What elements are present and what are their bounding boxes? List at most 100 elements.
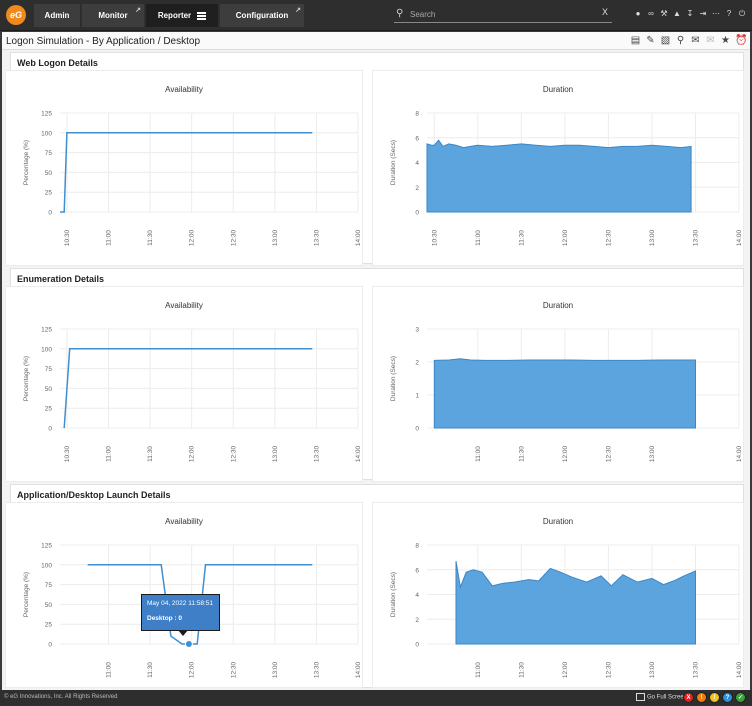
tab-configuration[interactable]: Configuration ↗ — [220, 4, 304, 27]
y-tick-label: 25 — [45, 622, 53, 629]
web-logon-availability-chart: 0 25 50 75 100 125 10:30 11:00 11:30 12:00 12:30 13… — [23, 111, 362, 247]
x-tick-label: 14:00 — [355, 229, 362, 246]
fullscreen-icon — [636, 693, 645, 701]
search-icon[interactable]: ⚲ — [396, 8, 403, 19]
x-tick-label: 13:30 — [692, 661, 699, 678]
y-axis-label: Percentage (%) — [23, 356, 30, 401]
mail-icon[interactable]: ✉ — [690, 35, 701, 46]
y-tick-label: 6 — [415, 135, 419, 142]
y-tick-label: 0 — [415, 426, 419, 433]
x-tick-label: 11:00 — [475, 662, 482, 678]
series-area[interactable] — [426, 139, 692, 213]
x-tick-label: 11:00 — [106, 662, 113, 678]
page-title: Logon Simulation - By Application / Desk… — [6, 36, 200, 47]
power-icon[interactable]: ⏻ — [738, 9, 746, 19]
major-badge[interactable]: ! — [696, 692, 707, 703]
tab-reporter[interactable]: Reporter — [146, 4, 218, 27]
x-tick-label: 13:00 — [649, 661, 656, 678]
download-icon[interactable]: ↧ — [686, 9, 694, 19]
y-tick-label: 6 — [415, 567, 419, 574]
x-tick-label: 13:30 — [313, 445, 320, 462]
minor-badge[interactable]: ! — [709, 692, 720, 703]
x-tick-label: 14:00 — [736, 229, 743, 246]
enumeration-duration-chart: 0 1 2 3 11:00 11:30 12:00 12:30 13:00 14:00 Durati… — [390, 327, 743, 463]
tab-admin[interactable]: Admin — [34, 4, 80, 27]
external-link-icon[interactable]: ↗ — [135, 0, 141, 22]
highlighted-point[interactable] — [184, 640, 193, 648]
y-tick-label: 2 — [415, 617, 419, 624]
y-tick-label: 0 — [48, 642, 52, 649]
y-tick-label: 0 — [415, 210, 419, 217]
y-tick-label: 75 — [45, 150, 53, 157]
search-input[interactable] — [410, 8, 588, 21]
y-tick-label: 8 — [415, 111, 419, 118]
section-app-desktop-launch: Application/Desktop Launch Details Avail… — [5, 484, 744, 688]
x-tick-label: 10:30 — [64, 445, 71, 462]
y-tick-label: 4 — [415, 160, 419, 167]
help-icon[interactable]: ? — [725, 9, 733, 19]
chart-panel-enumeration-availability: Availability 0 25 50 75 100 125 10:30 11:00 11:3… — [5, 286, 363, 482]
launch-duration-chart: 0 2 4 6 8 11:00 11:30 12:00 12:30 13:00 13:30 14:00… — [390, 543, 743, 679]
link-icon[interactable]: ∞ — [647, 9, 655, 19]
clear-search-icon[interactable]: X — [602, 7, 608, 17]
x-tick-label: 12:30 — [230, 229, 237, 246]
x-tick-label: 11:00 — [475, 446, 482, 462]
y-tick-label: 50 — [45, 386, 53, 393]
x-tick-label: 13:30 — [692, 229, 699, 246]
x-tick-label: 13:30 — [313, 229, 320, 246]
search-report-icon[interactable]: ⚲ — [675, 35, 686, 46]
edit-icon[interactable]: ✎ — [645, 35, 656, 46]
page-title-bar: Logon Simulation - By Application / Desk… — [2, 32, 750, 50]
y-tick-label: 50 — [45, 602, 53, 609]
x-tick-label: 13:00 — [649, 445, 656, 462]
tab-monitor[interactable]: Monitor ↗ — [82, 4, 144, 27]
x-tick-label: 13:00 — [272, 445, 279, 462]
export-icon[interactable]: ▧ — [660, 35, 671, 46]
eg-logo[interactable]: eG — [6, 5, 26, 25]
alarm-badges: X ! ! ? ✓ — [683, 692, 746, 703]
x-tick-label: 14:00 — [355, 661, 362, 678]
disabled-mail-icon: ✉ — [706, 35, 715, 46]
footer: © eG Innovations, Inc. All Rights Reserv… — [0, 690, 752, 706]
critical-badge[interactable]: X — [683, 692, 694, 703]
external-link-icon[interactable]: ↗ — [295, 0, 301, 22]
copyright-text: © eG Innovations, Inc. All Rights Reserv… — [4, 694, 118, 700]
y-tick-label: 75 — [45, 366, 53, 373]
tab-monitor-label: Monitor — [98, 11, 128, 20]
fullscreen-label: Go Full Screen — [647, 694, 688, 701]
logout-icon[interactable]: ⇥ — [699, 9, 707, 19]
y-tick-label: 2 — [415, 185, 419, 192]
chart-panel-web-logon-availability: Availability 0 25 50 75 100 125 10:30 11:00 11:3… — [5, 70, 363, 266]
chart-panel-enumeration-duration: Duration 0 1 2 3 11:00 11:30 12:00 12:30 13:00 14… — [372, 286, 744, 482]
report-icon[interactable]: ▤ — [630, 35, 641, 46]
section-title: Enumeration Details — [17, 274, 105, 284]
star-icon[interactable]: ★ — [720, 35, 731, 46]
y-tick-label: 0 — [48, 210, 52, 217]
x-tick-label: 13:30 — [313, 661, 320, 678]
y-tick-label: 25 — [45, 190, 53, 197]
y-tick-label: 75 — [45, 582, 53, 589]
x-tick-label: 11:30 — [147, 230, 154, 246]
header-icons: ● ∞ ⚒ ▲ ↧ ⇥ ⋯ ? ⏻ — [634, 9, 746, 19]
series-area[interactable] — [433, 358, 696, 429]
user-icon[interactable]: ● — [634, 9, 642, 19]
y-tick-label: 0 — [415, 642, 419, 649]
more-icon[interactable]: ⋯ — [712, 9, 720, 19]
unknown-badge[interactable]: ? — [722, 692, 733, 703]
tooltip-value: Desktop : 0 — [147, 615, 183, 622]
bell-icon[interactable]: ▲ — [673, 9, 681, 19]
hamburger-menu-icon[interactable] — [197, 11, 207, 22]
x-tick-label: 12:00 — [562, 445, 569, 462]
chart-tooltip: May 04, 2022 11:58:51 Desktop : 0 — [141, 594, 220, 636]
x-tick-label: 14:00 — [355, 445, 362, 462]
y-axis-label: Percentage (%) — [23, 140, 30, 185]
y-axis-label: Duration (Secs) — [390, 140, 397, 185]
series-area[interactable] — [455, 561, 696, 645]
tools-icon[interactable]: ⚒ — [660, 9, 668, 19]
alarm-icon[interactable]: ⏰ — [735, 35, 747, 46]
x-tick-label: 14:00 — [736, 661, 743, 678]
x-tick-label: 12:30 — [605, 445, 612, 462]
normal-badge[interactable]: ✓ — [735, 692, 746, 703]
go-full-screen-button[interactable]: Go Full Screen — [636, 693, 687, 701]
y-axis-label: Percentage (%) — [23, 572, 30, 617]
